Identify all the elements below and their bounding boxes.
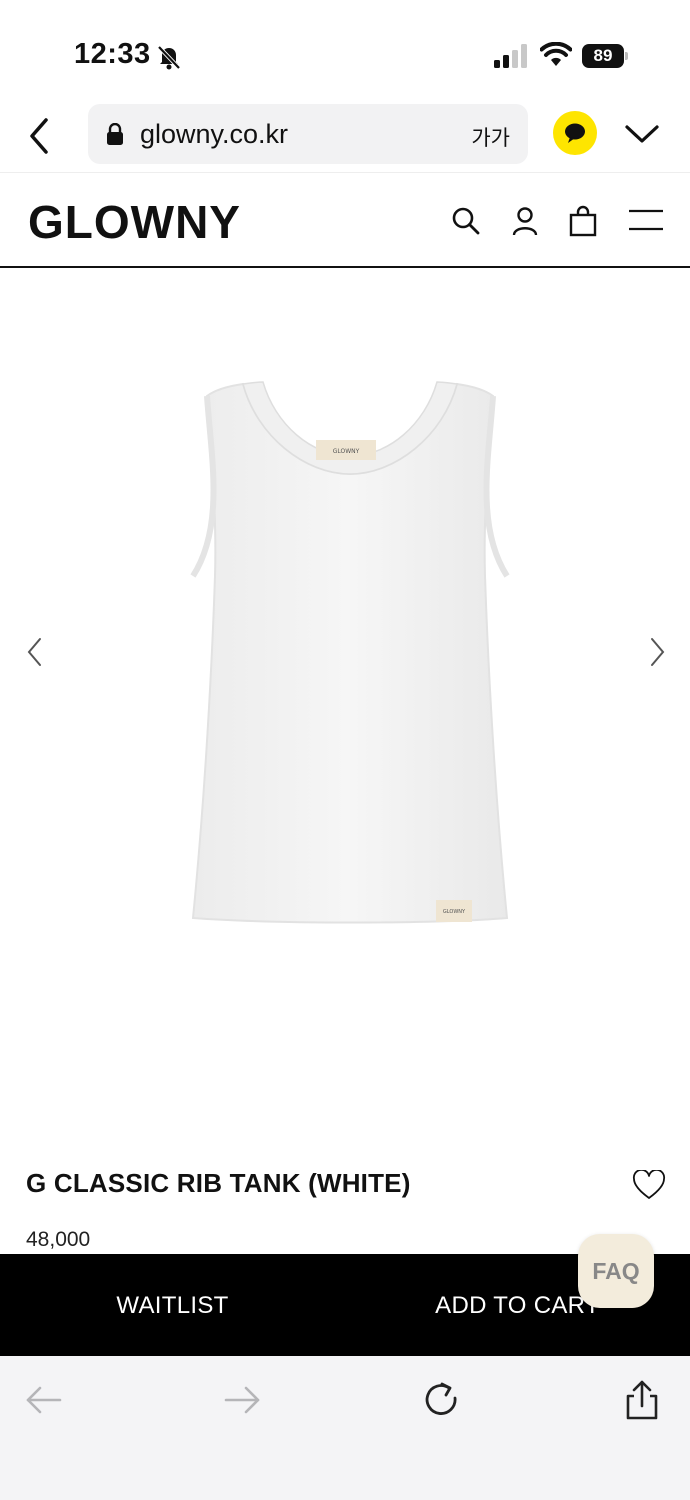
- url-text: glowny.co.kr: [140, 119, 289, 149]
- battery-tip: [625, 52, 628, 60]
- battery-level: 89: [582, 44, 624, 68]
- wifi-icon: [540, 42, 572, 66]
- waitlist-button[interactable]: WAITLIST: [0, 1254, 345, 1356]
- browser-toolbar: [0, 1356, 690, 1500]
- address-bar[interactable]: glowny.co.kr 가가: [88, 104, 528, 164]
- carousel-prev-icon[interactable]: [24, 636, 46, 668]
- browser-forward-arrow-icon[interactable]: [222, 1380, 262, 1420]
- neck-label-text: GLOWNY: [333, 448, 360, 455]
- chevron-down-icon[interactable]: [624, 122, 660, 146]
- site-header: GLOWNY: [0, 172, 690, 268]
- faq-button[interactable]: FAQ: [578, 1234, 654, 1308]
- text-size-button[interactable]: 가가: [471, 122, 510, 152]
- browser-back-arrow-icon[interactable]: [24, 1380, 64, 1420]
- status-time: 12:33: [74, 38, 151, 70]
- product-image-carousel[interactable]: GLOWNY GLOWNY: [0, 268, 690, 1148]
- site-logo[interactable]: GLOWNY: [28, 195, 241, 249]
- product-image: GLOWNY GLOWNY: [190, 381, 510, 924]
- product-price: 48,000: [26, 1228, 91, 1251]
- hamburger-menu-icon[interactable]: [628, 205, 664, 237]
- battery-indicator: 89: [582, 44, 628, 68]
- carousel-next-icon[interactable]: [646, 636, 668, 668]
- bell-off-icon: [157, 45, 181, 70]
- browser-back-chevron-icon[interactable]: [26, 116, 54, 156]
- kakaotalk-chat-icon[interactable]: [553, 111, 597, 155]
- status-bar: 12:33 89: [0, 0, 690, 100]
- share-icon[interactable]: [622, 1380, 662, 1420]
- product-name: G CLASSIC RIB TANK (WHITE): [26, 1168, 411, 1198]
- search-icon[interactable]: [450, 205, 482, 237]
- browser-address-row: glowny.co.kr 가가: [0, 100, 690, 172]
- user-icon[interactable]: [509, 205, 541, 237]
- heart-icon[interactable]: [632, 1170, 666, 1200]
- cellular-signal-icon: [494, 44, 527, 68]
- lock-icon: [107, 123, 123, 145]
- shopping-bag-icon[interactable]: [567, 205, 599, 237]
- hem-label-text: GLOWNY: [443, 909, 466, 915]
- reload-icon[interactable]: [422, 1380, 462, 1420]
